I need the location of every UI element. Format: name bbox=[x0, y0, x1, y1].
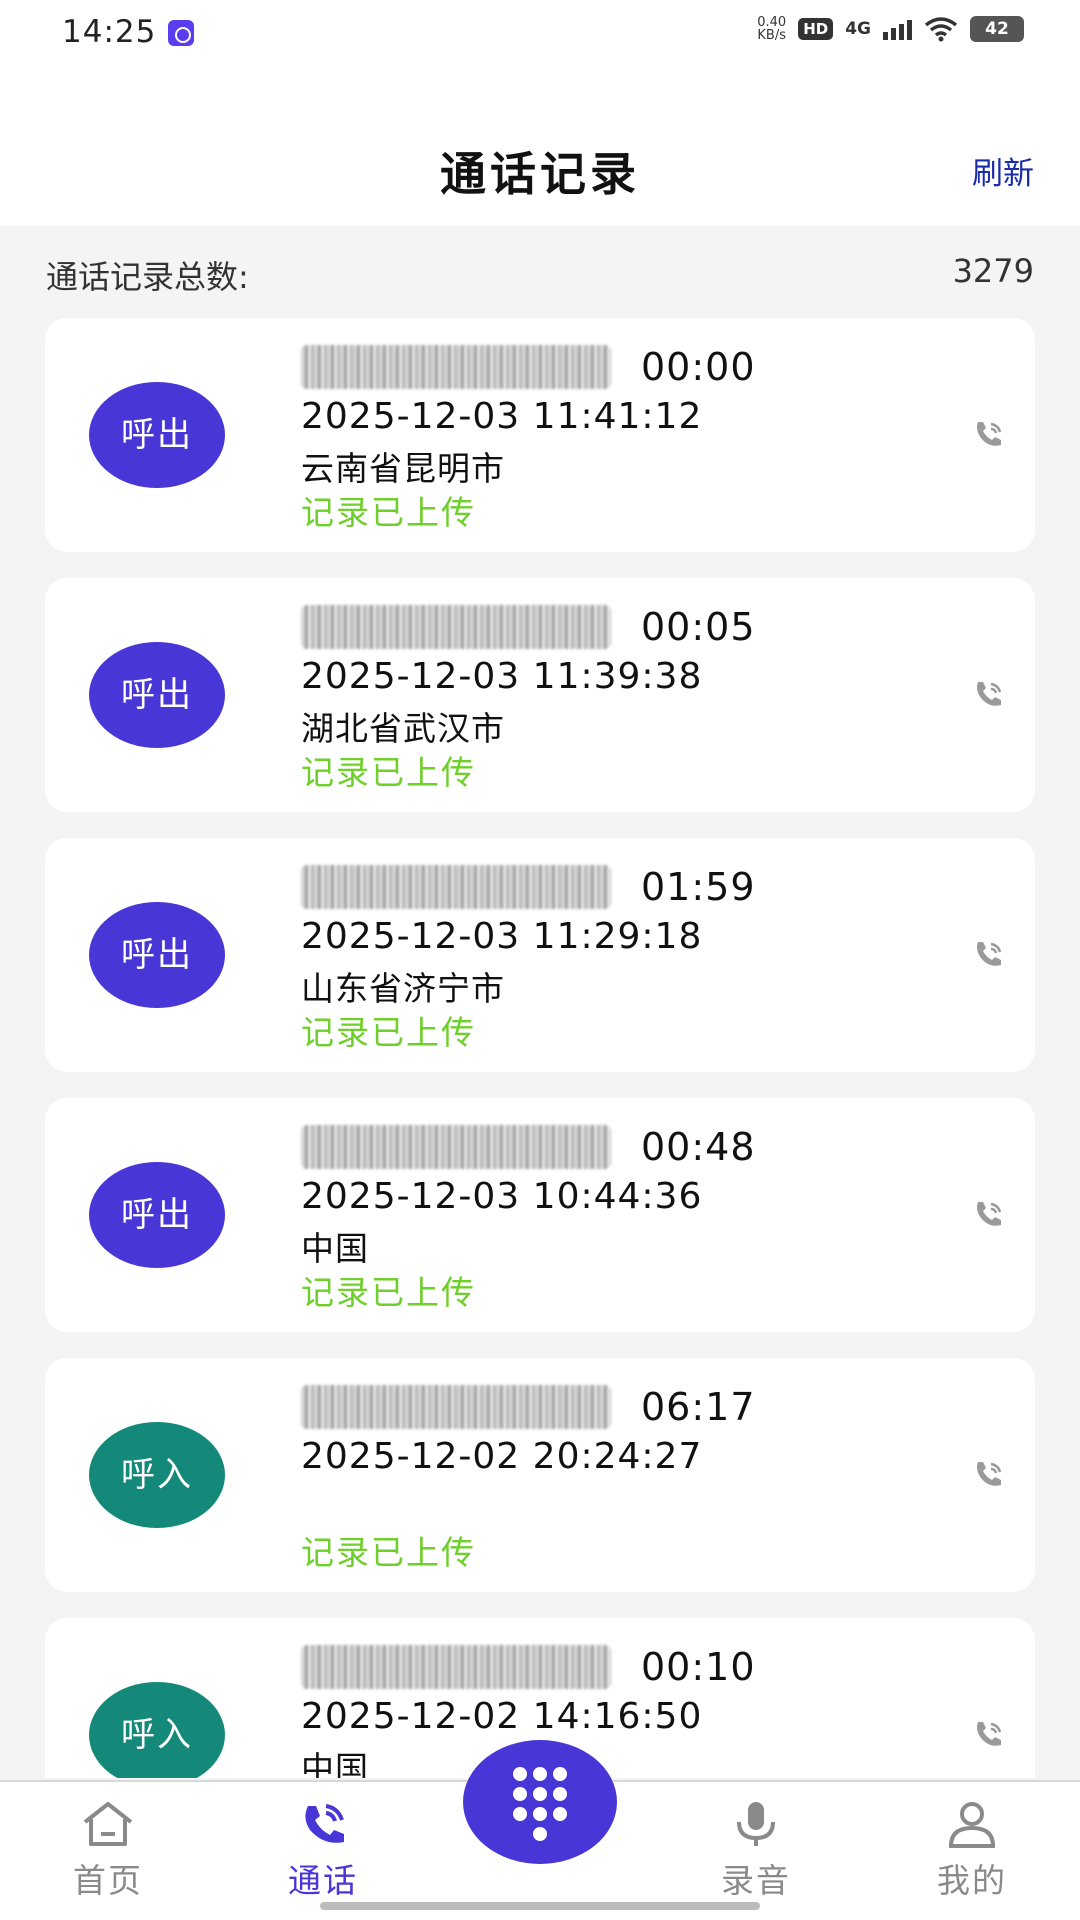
phone-ringing-icon[interactable] bbox=[969, 676, 1007, 714]
status-time: 14:25 bbox=[62, 14, 157, 50]
status-indicators: 0.40 KB/s HD 4G 42 bbox=[757, 16, 1024, 42]
phone-ringing-icon[interactable] bbox=[969, 1716, 1007, 1754]
call-direction-badge: 呼出 bbox=[89, 902, 225, 1008]
call-location: 云南省昆明市 bbox=[301, 449, 505, 488]
call-location: 中国 bbox=[301, 1749, 369, 1778]
call-location: 山东省济宁市 bbox=[301, 969, 505, 1008]
page-title: 通话记录 bbox=[440, 147, 640, 201]
microphone-icon bbox=[737, 1802, 775, 1846]
call-record-card[interactable]: 呼出 00:05 2025-12-03 11:39:38 湖北省武汉市 记录已上… bbox=[45, 578, 1035, 812]
call-duration: 00:10 bbox=[641, 1645, 756, 1689]
call-record-list[interactable]: 呼出 00:00 2025-12-03 11:41:12 云南省昆明市 记录已上… bbox=[45, 318, 1035, 1778]
call-duration: 00:48 bbox=[641, 1125, 756, 1169]
phone-ringing-icon[interactable] bbox=[969, 1456, 1007, 1494]
network-type: 4G bbox=[845, 19, 871, 39]
call-datetime: 2025-12-03 11:29:18 bbox=[301, 916, 703, 957]
call-duration: 00:05 bbox=[641, 605, 756, 649]
nav-home-label: 首页 bbox=[73, 1861, 143, 1900]
dialpad-icon bbox=[513, 1767, 567, 1841]
call-direction-badge: 呼入 bbox=[89, 1682, 225, 1778]
call-datetime: 2025-12-03 10:44:36 bbox=[301, 1176, 703, 1217]
home-indicator[interactable] bbox=[320, 1902, 760, 1910]
wifi-icon bbox=[924, 17, 958, 42]
nav-recordings[interactable]: 录音 bbox=[686, 1800, 826, 1902]
phone-ringing-icon[interactable] bbox=[969, 1196, 1007, 1234]
call-record-card[interactable]: 呼出 00:48 2025-12-03 10:44:36 中国 记录已上传 bbox=[45, 1098, 1035, 1332]
upload-status: 记录已上传 bbox=[301, 493, 476, 532]
call-datetime: 2025-12-03 11:39:38 bbox=[301, 656, 703, 697]
nav-recordings-label: 录音 bbox=[721, 1861, 791, 1900]
phone-number-redacted bbox=[301, 605, 611, 649]
upload-status: 记录已上传 bbox=[301, 1013, 476, 1052]
call-direction-badge: 呼出 bbox=[89, 1162, 225, 1268]
call-direction-badge: 呼出 bbox=[89, 382, 225, 488]
upload-status: 记录已上传 bbox=[301, 753, 476, 792]
call-direction-badge: 呼出 bbox=[89, 642, 225, 748]
call-record-card[interactable]: 呼出 01:59 2025-12-03 11:29:18 山东省济宁市 记录已上… bbox=[45, 838, 1035, 1072]
call-record-card[interactable]: 呼出 00:00 2025-12-03 11:41:12 云南省昆明市 记录已上… bbox=[45, 318, 1035, 552]
nav-home[interactable]: 首页 bbox=[38, 1800, 178, 1902]
network-speed: 0.40 KB/s bbox=[757, 16, 786, 42]
call-direction-badge: 呼入 bbox=[89, 1422, 225, 1528]
phone-ringing-icon[interactable] bbox=[969, 416, 1007, 454]
call-duration: 00:00 bbox=[641, 345, 756, 389]
call-duration: 06:17 bbox=[641, 1385, 756, 1429]
total-records-label: 通话记录总数: bbox=[46, 258, 249, 296]
app-notification-icon bbox=[168, 20, 194, 46]
phone-number-redacted bbox=[301, 865, 611, 909]
upload-status: 记录已上传 bbox=[301, 1273, 476, 1312]
phone-number-redacted bbox=[301, 1125, 611, 1169]
call-datetime: 2025-12-02 14:16:50 bbox=[301, 1696, 703, 1737]
home-icon bbox=[83, 1802, 133, 1846]
hd-icon: HD bbox=[798, 18, 834, 40]
phone-number-redacted bbox=[301, 1645, 611, 1689]
dialpad-button[interactable] bbox=[463, 1740, 617, 1864]
call-duration: 01:59 bbox=[641, 865, 756, 909]
top-app-bar: 通话记录 刷新 bbox=[0, 70, 1080, 226]
phone-call-icon bbox=[305, 1804, 344, 1843]
refresh-button[interactable]: 刷新 bbox=[972, 148, 1034, 193]
total-records-count: 3279 bbox=[952, 252, 1034, 290]
call-datetime: 2025-12-02 20:24:27 bbox=[301, 1436, 703, 1477]
phone-number-redacted bbox=[301, 1385, 611, 1429]
status-bar: 14:25 0.40 KB/s HD 4G 42 bbox=[0, 0, 1080, 70]
upload-status: 记录已上传 bbox=[301, 1533, 476, 1572]
network-speed-unit: KB/s bbox=[757, 28, 787, 43]
call-record-card[interactable]: 呼入 06:17 2025-12-02 20:24:27 记录已上传 bbox=[45, 1358, 1035, 1592]
nav-mine-label: 我的 bbox=[937, 1861, 1007, 1900]
call-location: 中国 bbox=[301, 1229, 369, 1268]
battery-icon: 42 bbox=[970, 16, 1024, 42]
phone-ringing-icon[interactable] bbox=[969, 936, 1007, 974]
signal-icon bbox=[883, 18, 912, 40]
nav-calls-label: 通话 bbox=[288, 1861, 358, 1900]
nav-mine[interactable]: 我的 bbox=[902, 1800, 1042, 1902]
phone-number-redacted bbox=[301, 345, 611, 389]
call-datetime: 2025-12-03 11:41:12 bbox=[301, 396, 703, 437]
nav-calls[interactable]: 通话 bbox=[253, 1800, 393, 1902]
call-location: 湖北省武汉市 bbox=[301, 709, 505, 748]
user-profile-icon bbox=[948, 1802, 996, 1848]
